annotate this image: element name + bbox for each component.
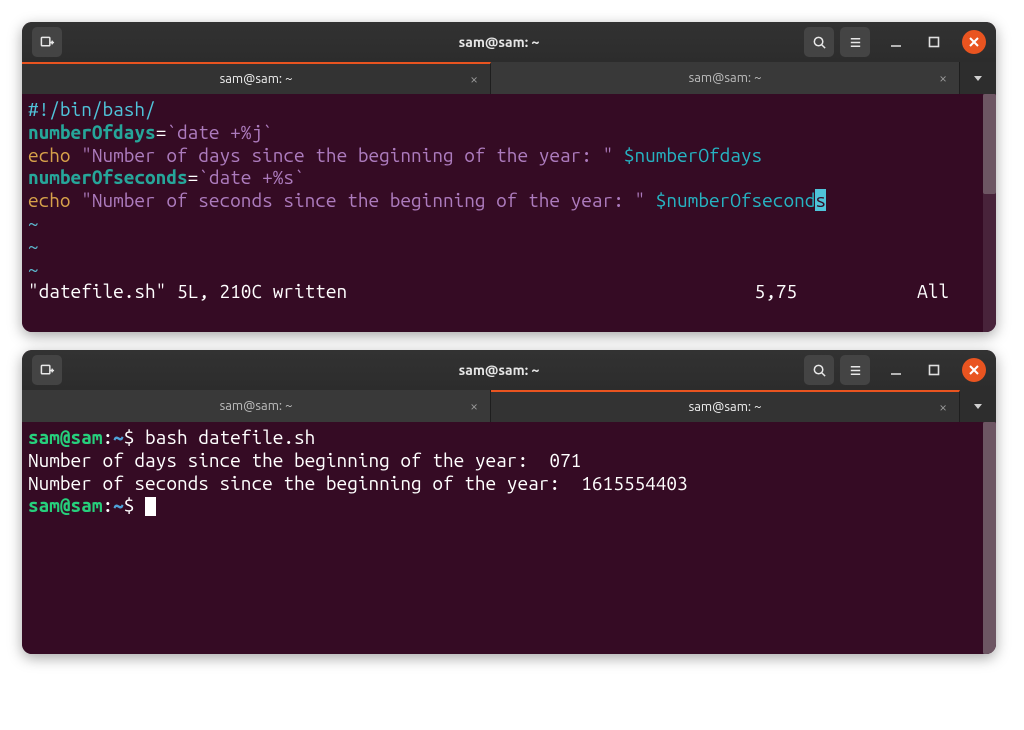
vim-status-line: "datefile.sh" 5L, 210C written 5,75 All bbox=[28, 280, 979, 303]
vim-tilde: ~ bbox=[28, 212, 39, 234]
code-string: "Number of seconds since the beginning o… bbox=[81, 189, 656, 211]
search-button[interactable] bbox=[804, 27, 834, 57]
prompt-colon: : bbox=[102, 494, 113, 516]
terminal-window-shell: sam@sam: ~ sam@s bbox=[22, 350, 996, 654]
tab-bar: sam@sam: ~ × sam@sam: ~ × bbox=[22, 390, 996, 422]
terminal-tab-2[interactable]: sam@sam: ~ × bbox=[491, 390, 960, 422]
code-keyword: echo bbox=[28, 189, 81, 211]
shell-cursor bbox=[145, 497, 156, 516]
tab-label: sam@sam: ~ bbox=[689, 71, 762, 85]
prompt-path: ~ bbox=[113, 494, 124, 516]
scrollbar-thumb[interactable] bbox=[983, 422, 996, 654]
search-button[interactable] bbox=[804, 355, 834, 385]
terminal-window-editor: sam@sam: ~ bbox=[22, 22, 996, 332]
code-cmd: `date +%j` bbox=[166, 121, 272, 143]
new-tab-button[interactable] bbox=[32, 27, 62, 57]
close-tab-icon[interactable]: × bbox=[939, 399, 947, 415]
vim-tilde: ~ bbox=[28, 258, 39, 280]
code-varref: $numberOfdays bbox=[624, 144, 762, 166]
prompt-colon: : bbox=[102, 426, 113, 448]
menu-button[interactable] bbox=[840, 27, 870, 57]
code-var: numberOfseconds bbox=[28, 166, 188, 188]
menu-button[interactable] bbox=[840, 355, 870, 385]
window-title: sam@sam: ~ bbox=[222, 34, 776, 50]
titlebar[interactable]: sam@sam: ~ bbox=[22, 350, 996, 390]
titlebar[interactable]: sam@sam: ~ bbox=[22, 22, 996, 62]
terminal-tab-1[interactable]: sam@sam: ~ × bbox=[22, 390, 491, 422]
tab-label: sam@sam: ~ bbox=[689, 400, 762, 414]
terminal-content[interactable]: sam@sam:~$ bash datefile.sh Number of da… bbox=[22, 422, 996, 654]
code-var: numberOfdays bbox=[28, 121, 156, 143]
shell-output: Number of seconds since the beginning of… bbox=[28, 472, 688, 494]
code-eq: = bbox=[188, 166, 199, 188]
close-tab-icon[interactable]: × bbox=[470, 71, 478, 87]
code-cmd: `date +%s` bbox=[198, 166, 304, 188]
terminal-tab-1[interactable]: sam@sam: ~ × bbox=[22, 62, 491, 94]
maximize-button[interactable] bbox=[922, 358, 946, 382]
vim-status-file: "datefile.sh" 5L, 210C written bbox=[28, 280, 347, 303]
tab-dropdown-button[interactable] bbox=[960, 62, 996, 94]
close-button[interactable] bbox=[962, 358, 986, 382]
close-tab-icon[interactable]: × bbox=[939, 70, 947, 86]
prompt-dollar: $ bbox=[124, 494, 145, 516]
vim-tilde: ~ bbox=[28, 235, 39, 257]
vim-status-pos: 5,75 bbox=[347, 280, 917, 303]
minimize-button[interactable] bbox=[884, 30, 908, 54]
close-tab-icon[interactable]: × bbox=[470, 398, 478, 414]
prompt-path: ~ bbox=[113, 426, 124, 448]
tab-dropdown-button[interactable] bbox=[960, 390, 996, 422]
vim-cursor: s bbox=[815, 189, 826, 211]
new-tab-button[interactable] bbox=[32, 355, 62, 385]
code-varref: $numberOfsecond bbox=[656, 189, 816, 211]
code-string: "Number of days since the beginning of t… bbox=[81, 144, 624, 166]
window-title: sam@sam: ~ bbox=[222, 362, 776, 378]
code-eq: = bbox=[156, 121, 167, 143]
shell-output: Number of days since the beginning of th… bbox=[28, 449, 581, 471]
terminal-content[interactable]: #!/bin/bash/ numberOfdays=`date +%j` ech… bbox=[22, 94, 996, 332]
minimize-button[interactable] bbox=[884, 358, 908, 382]
terminal-tab-2[interactable]: sam@sam: ~ × bbox=[491, 62, 960, 94]
prompt-user: sam@sam bbox=[28, 426, 102, 448]
close-button[interactable] bbox=[962, 30, 986, 54]
tab-label: sam@sam: ~ bbox=[220, 72, 293, 86]
tab-bar: sam@sam: ~ × sam@sam: ~ × bbox=[22, 62, 996, 94]
scrollbar-thumb[interactable] bbox=[983, 94, 996, 194]
code-keyword: echo bbox=[28, 144, 81, 166]
code-shebang: #!/bin/bash/ bbox=[28, 98, 156, 120]
tab-label: sam@sam: ~ bbox=[220, 399, 293, 413]
shell-command: bash datefile.sh bbox=[145, 426, 315, 448]
prompt-dollar: $ bbox=[124, 426, 145, 448]
vim-status-scroll: All bbox=[917, 280, 975, 303]
prompt-user: sam@sam bbox=[28, 494, 102, 516]
maximize-button[interactable] bbox=[922, 30, 946, 54]
